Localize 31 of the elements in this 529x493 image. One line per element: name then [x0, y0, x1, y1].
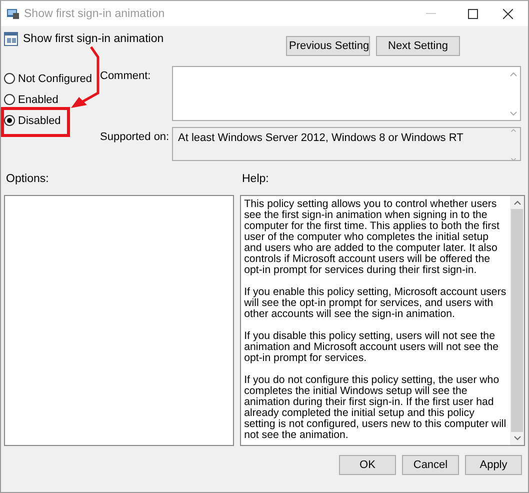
supported-on-label: Supported on:: [100, 130, 170, 145]
comment-label: Comment:: [100, 69, 152, 84]
help-paragraph: If you do not configure this policy setting, the user who completes the initial Windows setup will see the animation during their first sign-in. If the first user had already completed the initial setup and this policy setting is not configured, users new to this computer will not see the animation.: [244, 375, 508, 441]
scroll-up-icon[interactable]: [514, 200, 520, 206]
null[interactable]: Next Setting: [376, 36, 460, 56]
scrollbar-thumb[interactable]: [511, 209, 523, 432]
supported-on-text: At least Windows Server 2012, Windows 8 or Windows RT: [178, 131, 464, 146]
setting-name: Show first sign-in animation: [23, 33, 164, 45]
window-title: Show first sign-in animation: [24, 8, 166, 20]
help-paragraph: This policy setting allows you to control whether users see the first sign-in animation when signing in to the computer for the first time. This applies to both the first user of the computer who completes the initial setup and users who are added to the computer later. It also controls if Microsoft account users will be offered the opt-in prompt for services during their first sign-in.: [244, 199, 500, 276]
null[interactable]: Previous Setting: [286, 36, 370, 56]
help-paragraph: If you disable this policy setting, users will not see the animation and Microsoft account users will not see the opt-in prompt for services.: [244, 331, 500, 364]
options-label: Options:: [6, 173, 50, 185]
policy-icon: [4, 32, 18, 46]
null[interactable]: Apply: [465, 455, 522, 475]
help-label: Help:: [242, 173, 269, 185]
help-paragraph: If you enable this policy setting, Microsoft account users will see the opt-in prompt for services, and users with other accounts will see the sign-in animation.: [244, 287, 508, 320]
radio-button[interactable]: [4, 115, 15, 126]
close-icon[interactable]: [503, 8, 513, 18]
null[interactable]: Cancel: [402, 455, 459, 475]
radio-label: Disabled: [18, 114, 61, 126]
radio-button[interactable]: [4, 73, 15, 84]
radio-button[interactable]: [4, 94, 15, 105]
radio-label: Not Configured: [18, 72, 92, 84]
maximize-icon[interactable]: [468, 8, 478, 18]
comment-field[interactable]: [172, 66, 521, 121]
scroll-down-icon[interactable]: [514, 435, 520, 441]
app-icon: [7, 8, 19, 19]
radio-label: Enabled: [18, 94, 58, 106]
scroll-arrows-icon: [510, 70, 517, 116]
null[interactable]: OK: [339, 455, 396, 475]
